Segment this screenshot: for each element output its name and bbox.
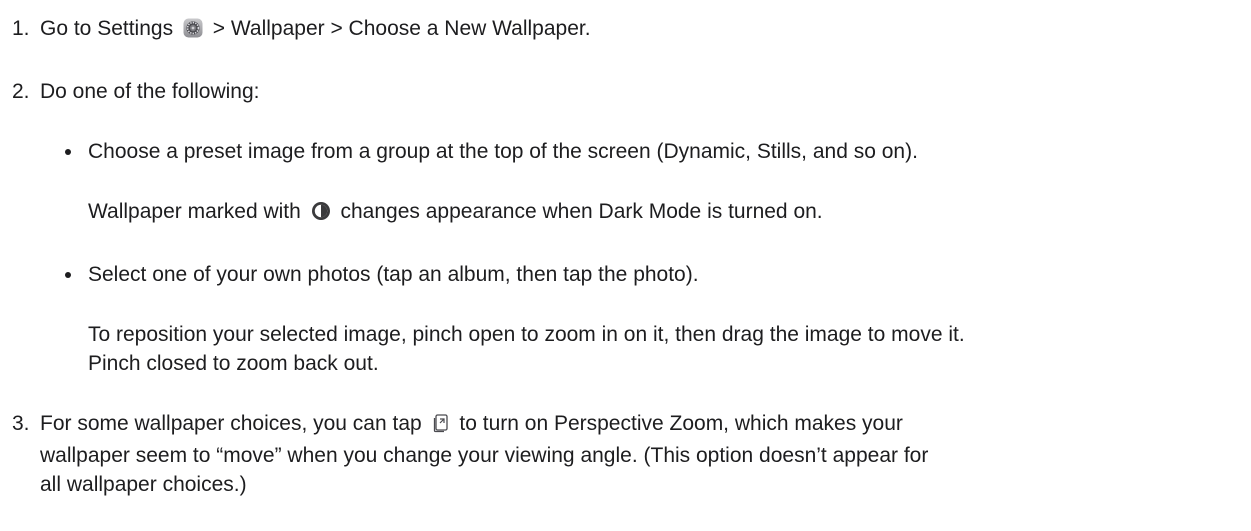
note-line: To reposition your selected image, pinch… bbox=[88, 323, 965, 346]
bullet-dot bbox=[65, 149, 71, 155]
dark-mode-appearance-icon bbox=[311, 200, 331, 229]
step-3: 3. For some wallpaper choices, you can t… bbox=[0, 409, 1251, 499]
step-text-continued: > Wallpaper > Choose a New Wallpaper. bbox=[212, 17, 591, 40]
note-line: Pinch closed to zoom back out. bbox=[88, 352, 379, 375]
bullet-item: Choose a preset image from a group at th… bbox=[40, 137, 1251, 166]
step-number: 1. bbox=[12, 17, 30, 40]
help-article: 1. Go to Settings > Wallpaper > Choose a… bbox=[0, 0, 1251, 499]
bullet-note: To reposition your selected image, pinch… bbox=[40, 320, 1251, 378]
bullet-dot bbox=[65, 272, 71, 278]
bullet-text: Select one of your own photos (tap an al… bbox=[88, 263, 699, 286]
step-text: Do one of the following: bbox=[40, 80, 260, 103]
note-text: Wallpaper marked with bbox=[88, 200, 301, 223]
step-line: all wallpaper choices.) bbox=[40, 473, 247, 496]
step-2: 2. Do one of the following: Choose a pre… bbox=[0, 77, 1251, 378]
note-text-continued: changes appearance when Dark Mode is tur… bbox=[340, 200, 823, 223]
step-text: Go to Settings bbox=[40, 17, 174, 40]
step-number: 2. bbox=[12, 80, 30, 103]
bullet-item: Select one of your own photos (tap an al… bbox=[40, 260, 1251, 289]
step-line: For some wallpaper choices, you can tap … bbox=[40, 409, 1251, 441]
perspective-zoom-icon bbox=[432, 412, 450, 441]
step-number: 3. bbox=[12, 412, 30, 435]
bullet-text: Choose a preset image from a group at th… bbox=[88, 140, 918, 163]
step-1: 1. Go to Settings > Wallpaper > Choose a… bbox=[0, 14, 1251, 46]
step-text: For some wallpaper choices, you can tap bbox=[40, 412, 422, 435]
bullet-note: Wallpaper marked with changes appearance… bbox=[40, 197, 1251, 229]
settings-gear-icon bbox=[183, 17, 203, 46]
step-line: wallpaper seem to “move” when you change… bbox=[40, 444, 929, 467]
step-text-continued: to turn on Perspective Zoom, which makes… bbox=[459, 412, 903, 435]
